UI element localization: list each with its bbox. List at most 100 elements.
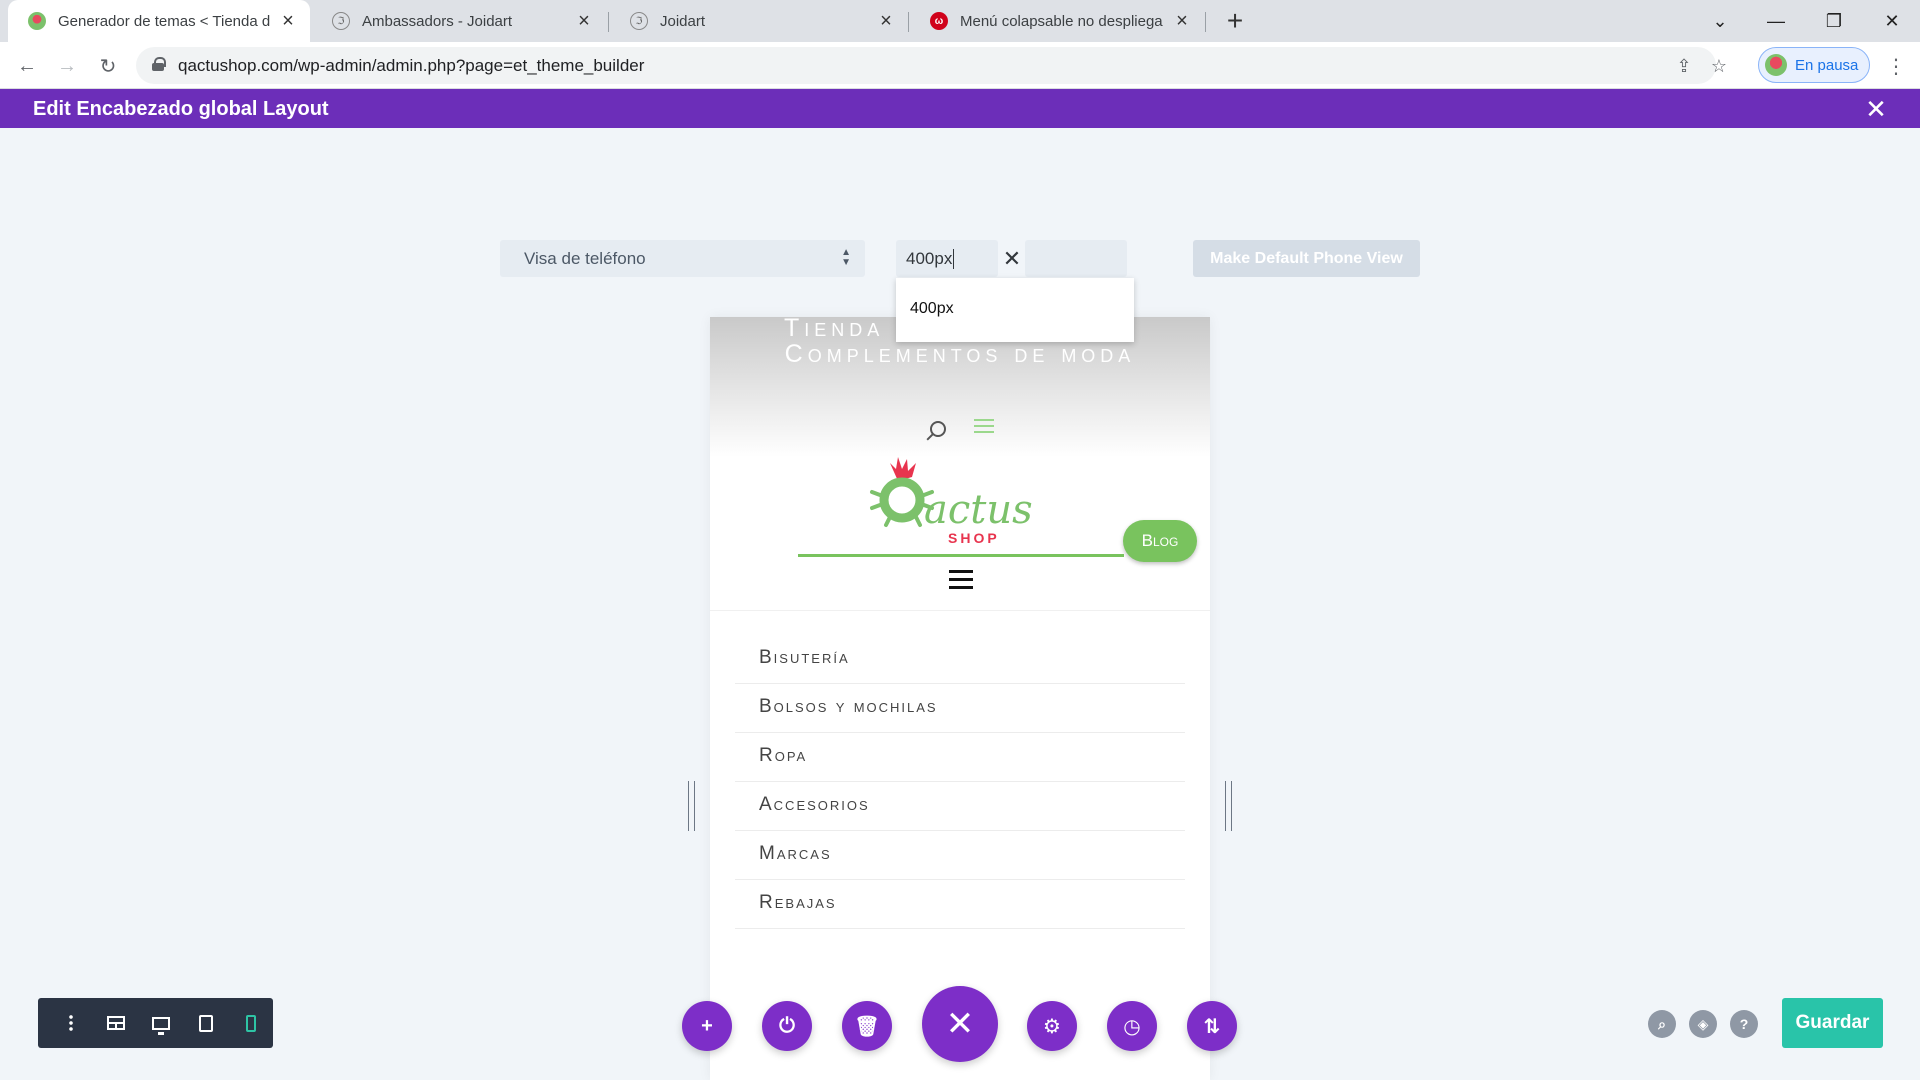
phone-icon xyxy=(245,1014,256,1032)
menu-item-rebajas[interactable]: Rebajas xyxy=(735,880,1185,929)
menu-item-accesorios[interactable]: Accesorios xyxy=(735,782,1185,831)
zoom-button[interactable]: ⌕ xyxy=(1648,1010,1676,1038)
bookmark-star-icon[interactable]: ☆ xyxy=(1708,55,1730,77)
clear-width-icon[interactable]: ✕ xyxy=(1000,245,1024,273)
tab-joidart[interactable]: ℑ Joidart × xyxy=(610,0,908,42)
cactus-favicon-icon xyxy=(28,12,46,30)
tab-separator xyxy=(1205,12,1206,32)
tablet-icon xyxy=(198,1014,213,1032)
resize-handle-left[interactable] xyxy=(688,781,695,831)
tab-generador-de-temas[interactable]: Generador de temas < Tienda de × xyxy=(8,0,310,42)
cactus-o-icon xyxy=(870,477,934,527)
profile-button[interactable]: En pausa xyxy=(1758,47,1870,83)
red-favicon-icon: ω xyxy=(930,12,948,30)
forward-icon[interactable]: → xyxy=(52,51,82,81)
back-icon[interactable]: ← xyxy=(12,51,42,81)
builder-header: Edit Encabezado global Layout ✕ xyxy=(0,89,1920,128)
layers-icon: ◈ xyxy=(1697,1015,1709,1032)
address-bar: ← → ↻ qactushop.com/wp-admin/admin.php?p… xyxy=(0,42,1920,89)
view-mode-toolbar xyxy=(38,998,273,1048)
minimize-icon[interactable]: — xyxy=(1748,0,1804,42)
sort-arrows-icon: ⇅ xyxy=(1203,1015,1221,1038)
logo-sub: SHOP xyxy=(948,530,1000,546)
joidart-favicon-icon: ℑ xyxy=(630,12,648,30)
resize-handle-right[interactable] xyxy=(1225,781,1232,831)
desktop-view-button[interactable] xyxy=(138,998,183,1048)
view-mode-label: Visa de teléfono xyxy=(524,249,646,268)
logo-word: actus xyxy=(924,487,1033,533)
width-value: 400px xyxy=(906,249,953,268)
lock-icon[interactable] xyxy=(152,57,166,71)
autocomplete-option[interactable]: 400px xyxy=(910,300,954,318)
green-divider xyxy=(798,554,1124,557)
add-module-button[interactable]: + xyxy=(682,1001,732,1051)
gear-icon: ⚙ xyxy=(1043,1015,1061,1038)
profile-status: En pausa xyxy=(1795,56,1859,74)
url-text[interactable]: qactushop.com/wp-admin/admin.php?page=et… xyxy=(178,56,644,76)
builder-canvas: Visa de teléfono ▲ ▼ 400px ✕ Make Default… xyxy=(0,128,1920,1080)
portability-button[interactable]: ⇅ xyxy=(1187,1001,1237,1051)
tab-title: Menú colapsable no despliega – xyxy=(960,12,1164,30)
help-button[interactable]: ? xyxy=(1730,1010,1758,1038)
plus-icon: + xyxy=(701,1014,713,1037)
tab-title: Generador de temas < Tienda de xyxy=(58,12,270,30)
new-tab-icon[interactable]: + xyxy=(1220,5,1250,36)
make-default-view-button[interactable]: Make Default Phone View xyxy=(1193,240,1420,277)
menu-item-marcas[interactable]: Marcas xyxy=(735,831,1185,880)
blog-button[interactable]: Blog xyxy=(1123,520,1197,562)
page-settings-button[interactable]: ⚙ xyxy=(1027,1001,1077,1051)
builder-title: Edit Encabezado global Layout xyxy=(33,98,329,120)
menu-item-bolsos[interactable]: Bolsos y mochilas xyxy=(735,684,1185,733)
close-builder-icon[interactable]: ✕ xyxy=(1862,94,1890,124)
tab-separator xyxy=(908,12,909,32)
reload-icon[interactable]: ↻ xyxy=(93,51,123,81)
cactus-flower-icon xyxy=(890,457,916,481)
share-icon[interactable]: ⇪ xyxy=(1673,55,1695,77)
chrome-menu-icon[interactable]: ⋮ xyxy=(1884,54,1908,78)
save-button[interactable]: Guardar xyxy=(1782,998,1883,1048)
search-icon[interactable] xyxy=(924,421,946,443)
close-icon: ✕ xyxy=(945,1005,975,1043)
close-tab-icon[interactable]: × xyxy=(278,10,298,32)
height-input[interactable] xyxy=(1025,240,1127,277)
mobile-menu-toggle-icon[interactable] xyxy=(949,570,973,589)
site-logo[interactable]: actus SHOP xyxy=(860,455,1060,547)
builder-menu-button[interactable] xyxy=(48,998,93,1048)
menu-item-bisuteria[interactable]: Bisutería xyxy=(735,635,1185,684)
browser-tab-bar: Generador de temas < Tienda de × ℑ Ambas… xyxy=(0,0,1920,42)
tab-search-chevron-icon[interactable]: ⌄ xyxy=(1692,0,1748,42)
power-icon: ⏻ xyxy=(779,1014,795,1037)
select-arrows-icon: ▲ ▼ xyxy=(841,247,851,268)
width-input[interactable]: 400px xyxy=(896,240,998,277)
view-mode-select[interactable]: Visa de teléfono ▲ ▼ xyxy=(500,240,865,277)
wireframe-view-button[interactable] xyxy=(93,998,138,1048)
close-settings-button[interactable]: ✕ xyxy=(922,986,998,1062)
tablet-view-button[interactable] xyxy=(183,998,228,1048)
history-button[interactable]: ◷ xyxy=(1107,1001,1157,1051)
layers-button[interactable]: ◈ xyxy=(1689,1010,1717,1038)
mobile-menu: Bisutería Bolsos y mochilas Ropa Accesor… xyxy=(735,635,1185,929)
history-icon: ◷ xyxy=(1123,1015,1141,1038)
tab-ambassadors[interactable]: ℑ Ambassadors - Joidart × xyxy=(312,0,606,42)
phone-view-button[interactable] xyxy=(228,998,273,1048)
desktop-icon xyxy=(151,1016,170,1035)
tab-menu-colapsable[interactable]: ω Menú colapsable no despliega – × xyxy=(910,0,1204,42)
search-icon: ⌕ xyxy=(1658,1015,1666,1032)
divider xyxy=(710,610,1210,611)
clear-layout-button[interactable]: 🗑 xyxy=(842,1001,892,1051)
text-caret xyxy=(953,249,954,269)
restore-icon[interactable]: ❐ xyxy=(1806,0,1862,42)
joidart-favicon-icon: ℑ xyxy=(332,12,350,30)
window-close-icon[interactable]: ✕ xyxy=(1864,0,1920,42)
site-title-line2: Complementos de moda xyxy=(784,340,1136,368)
close-tab-icon[interactable]: × xyxy=(876,10,896,32)
omnibox[interactable]: qactushop.com/wp-admin/admin.php?page=et… xyxy=(136,47,1727,84)
hamburger-menu-icon[interactable] xyxy=(974,419,994,433)
phone-preview: Tienda Complementos de moda actus SHOP B… xyxy=(710,317,1210,1080)
close-tab-icon[interactable]: × xyxy=(574,10,594,32)
tab-title: Joidart xyxy=(660,12,706,30)
close-tab-icon[interactable]: × xyxy=(1172,10,1192,32)
load-layout-button[interactable]: ⏻ xyxy=(762,1001,812,1051)
trash-icon: 🗑 xyxy=(854,1015,880,1038)
menu-item-ropa[interactable]: Ropa xyxy=(735,733,1185,782)
